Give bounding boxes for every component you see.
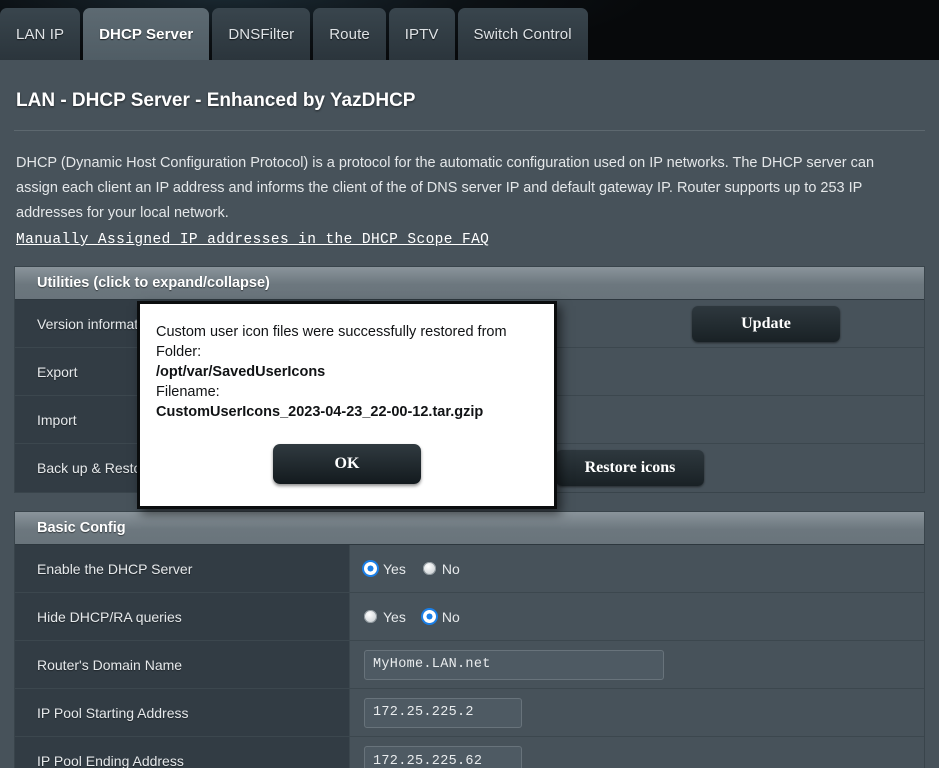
table-row: Router's Domain Name [15, 641, 924, 689]
tab-dnsfilter[interactable]: DNSFilter [212, 8, 311, 60]
basic-config-section: Basic Config Enable the DHCP Server Yes … [14, 511, 925, 768]
tab-route[interactable]: Route [313, 8, 386, 60]
tab-dhcp-server[interactable]: DHCP Server [83, 8, 210, 60]
routers-domain-name-input[interactable] [364, 649, 664, 680]
table-row: IP Pool Starting Address [15, 689, 924, 737]
radio-label: Yes [383, 560, 406, 577]
dialog-line-restored-from: Custom user icon files were successfully… [156, 324, 507, 340]
row-value-routers-domain-name [350, 641, 924, 688]
restore-success-dialog: Custom user icon files were successfully… [137, 301, 557, 509]
restore-icons-button[interactable]: Restore icons [556, 450, 704, 486]
table-row: IP Pool Ending Address [15, 737, 924, 768]
row-label-ip-pool-ending-address: IP Pool Ending Address [15, 737, 350, 768]
dialog-folder-path: /opt/var/SavedUserIcons [156, 364, 326, 380]
radio-icon[interactable] [364, 562, 377, 575]
tab-label: DNSFilter [228, 25, 295, 43]
tab-lan-ip[interactable]: LAN IP [0, 8, 81, 60]
page-title: LAN - DHCP Server - Enhanced by YazDHCP [16, 90, 416, 111]
title-divider [14, 130, 925, 131]
dialog-filename: CustomUserIcons_2023-04-23_22-00-12.tar.… [156, 404, 484, 420]
row-label-hide-dhcp-ra-queries: Hide DHCP/RA queries [15, 593, 350, 640]
tab-label: IPTV [404, 25, 439, 43]
radio-icon[interactable] [364, 610, 377, 623]
update-button[interactable]: Update [692, 305, 840, 342]
dialog-actions: OK [156, 444, 538, 484]
radio-icon[interactable] [422, 610, 436, 623]
dialog-line-filename-label: Filename: [156, 384, 220, 400]
dialog-message: Custom user icon files were successfully… [156, 322, 538, 422]
utilities-section-header[interactable]: Utilities (click to expand/collapse) [15, 267, 924, 300]
tab-label: Route [329, 25, 370, 43]
radio-option-enable-dhcp-no[interactable]: No [422, 560, 460, 577]
row-value-enable-dhcp-server: Yes No [350, 545, 924, 592]
table-row: Hide DHCP/RA queries Yes No [15, 593, 924, 641]
radio-option-enable-dhcp-yes[interactable]: Yes [364, 561, 406, 577]
radio-label: No [441, 608, 460, 625]
tab-bar: LAN IP DHCP Server DNSFilter Route IPTV … [0, 8, 591, 60]
radio-label: Yes [383, 608, 406, 625]
tab-switch-control[interactable]: Switch Control [457, 8, 588, 60]
radio-group-enable-dhcp-server: Yes No [364, 561, 468, 577]
tab-iptv[interactable]: IPTV [388, 8, 455, 60]
dialog-line-folder-label: Folder: [156, 344, 202, 360]
row-value-ip-pool-ending-address [350, 737, 924, 768]
radio-group-hide-dhcp-ra-queries: Yes No [364, 609, 468, 625]
dhcp-scope-faq-link[interactable]: Manually Assigned IP addresses in the DH… [14, 232, 489, 248]
row-value-hide-dhcp-ra-queries: Yes No [350, 593, 924, 640]
radio-icon[interactable] [422, 562, 436, 575]
tab-label: LAN IP [16, 25, 65, 43]
table-row: Enable the DHCP Server Yes No [15, 545, 924, 593]
radio-option-hide-queries-yes[interactable]: Yes [364, 609, 406, 625]
tab-label: DHCP Server [99, 25, 194, 43]
ip-pool-starting-address-input[interactable] [364, 697, 522, 728]
row-label-ip-pool-starting-address: IP Pool Starting Address [15, 689, 350, 736]
ip-pool-ending-address-input[interactable] [364, 746, 522, 768]
basic-config-section-header[interactable]: Basic Config [15, 512, 924, 545]
page-description: DHCP (Dynamic Host Configuration Protoco… [16, 155, 875, 221]
radio-option-hide-queries-no[interactable]: No [422, 608, 460, 625]
tab-label: Switch Control [473, 25, 572, 43]
row-label-routers-domain-name: Router's Domain Name [15, 641, 350, 688]
row-label-enable-dhcp-server: Enable the DHCP Server [15, 545, 350, 592]
dialog-ok-button[interactable]: OK [273, 444, 421, 484]
row-value-ip-pool-starting-address [350, 689, 924, 736]
radio-label: No [441, 560, 460, 577]
